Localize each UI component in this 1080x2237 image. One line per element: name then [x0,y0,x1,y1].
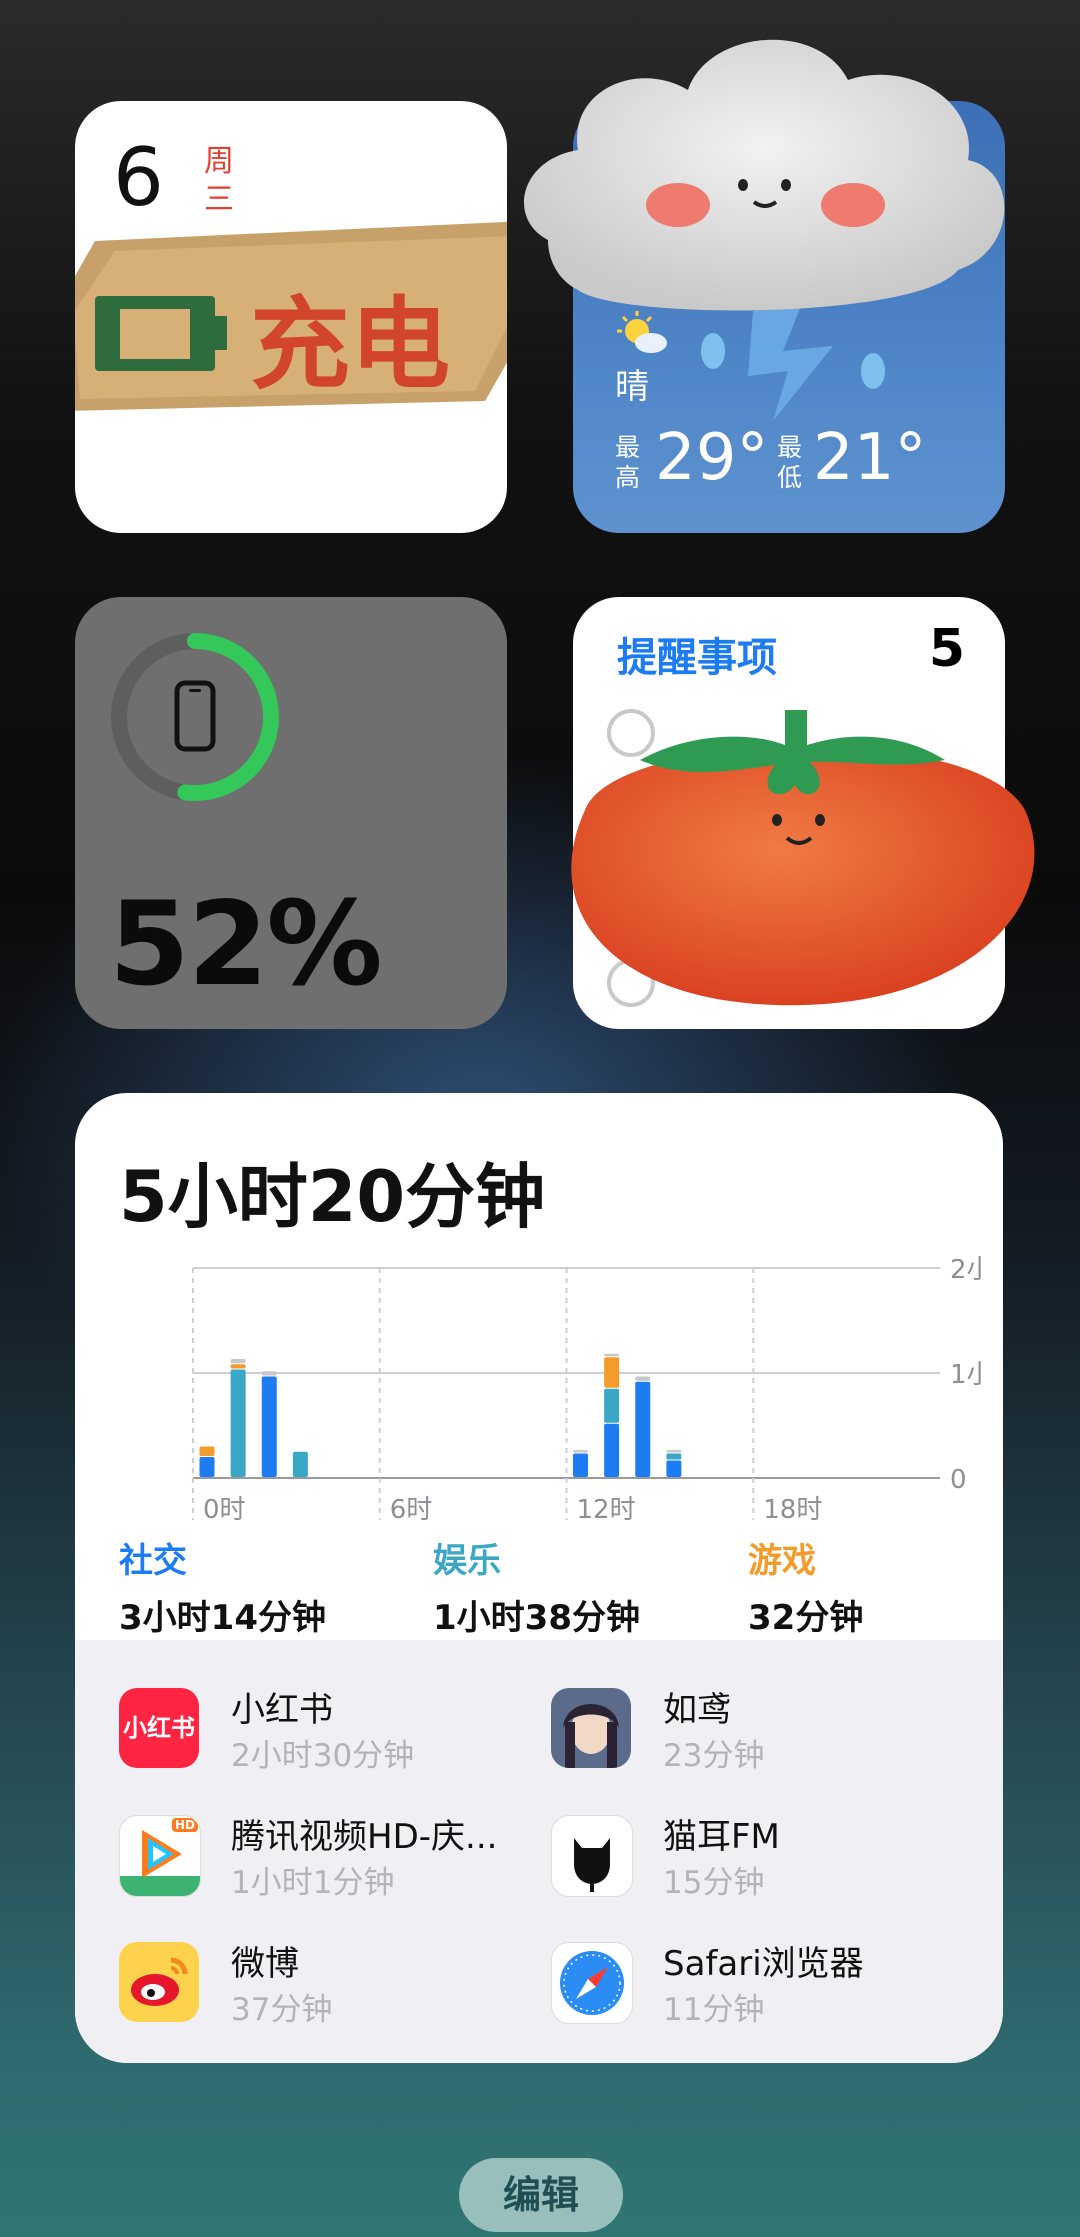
app-row-weibo[interactable]: 微博 37分钟 [119,1934,539,2034]
chart-bar-segment [604,1357,620,1388]
xiaohongshu-icon: 小红书 [119,1688,199,1768]
app-time: 2小时30分钟 [231,1738,415,1774]
app-time: 23分钟 [663,1738,765,1774]
app-row-tencent-video[interactable]: HD 腾讯视频HD-庆... 1小时1分钟 [119,1807,539,1907]
category-value: 32分钟 [748,1598,864,1638]
x-tick-label: 18时 [763,1495,822,1525]
weibo-icon [119,1942,199,2022]
chart-bar-segment [199,1446,215,1456]
y-tick-label: 1小时 [950,1360,985,1390]
category-entertainment: 娱乐 1小时38分钟 [433,1533,640,1639]
chart-bar-segment [604,1423,620,1477]
battery-widget[interactable]: 52% [75,597,507,1029]
chart-bar-segment [666,1460,682,1477]
sticker-text: 充电 [250,286,450,403]
app-time: 1小时1分钟 [231,1865,395,1901]
y-tick-label: 0 [950,1465,967,1495]
chart-bar-segment [604,1353,620,1357]
weather-high-label: 最高 [615,433,641,492]
weather-high: 29° [655,421,769,495]
phone-icon [174,680,216,752]
app-row-safari[interactable]: Safari浏览器 11分钟 [551,1934,971,2034]
chart-bar-segment [573,1453,589,1477]
charging-sticker: 充电 [75,221,507,411]
app-name: Safari浏览器 [663,1944,864,1984]
chart-bar-segment [230,1364,246,1369]
battery-percent: 52% [109,877,383,1012]
category-label: 社交 [119,1541,187,1581]
chart-bar-segment [666,1453,682,1460]
app-name: 猫耳FM [663,1817,780,1857]
app-time: 37分钟 [231,1992,333,2028]
battery-ring [111,633,279,801]
cloud-sticker [524,39,1005,311]
app-name: 腾讯视频HD-庆... [231,1817,498,1857]
app-name: 小红书 [231,1690,333,1730]
tencent-video-icon: HD [119,1815,201,1897]
category-games: 游戏 32分钟 [748,1533,863,1639]
safari-icon [551,1942,633,2024]
chart-bar-segment [573,1450,589,1453]
app-usage-list: 小红书 小红书 2小时30分钟 如鸢 23分钟 HD 腾讯视频HD-庆... 1… [75,1640,1003,2063]
app-row-xiaohongshu[interactable]: 小红书 小红书 2小时30分钟 [119,1680,539,1780]
screen-time-widget[interactable]: 5小时20分钟 0 1小时 2小时 0时 6时 12时 18时 社交 3小时14分钟 娱乐 … [75,1093,1003,2063]
weather-low-label: 最低 [777,433,803,492]
chart-bar-segment [230,1359,246,1364]
chart-bar-segment [292,1451,308,1477]
chart-bar-segment [199,1457,215,1477]
chart-bar-segment [635,1381,651,1477]
x-tick-label: 12时 [577,1495,636,1525]
chart-bar-segment [261,1376,277,1477]
weather-condition: 晴 [615,367,649,407]
chart-bar-segment [666,1450,682,1453]
weather-low: 21° [813,421,927,495]
chart-bar-segment [635,1376,651,1381]
calendar-widget[interactable]: 6 周三 充电 [75,101,507,533]
app-row-maoer-fm[interactable]: 猫耳FM 15分钟 [551,1807,971,1907]
x-tick-label: 6时 [390,1495,433,1525]
chart-bar-segment [604,1388,620,1423]
ruyuan-icon [551,1688,631,1768]
screen-time-total: 5小时20分钟 [119,1156,546,1238]
y-tick-label: 2小时 [950,1255,985,1285]
app-time: 11分钟 [663,1992,765,2028]
x-tick-label: 0时 [203,1495,246,1525]
tomato-sticker [571,710,1035,1006]
battery-icon [95,296,227,371]
app-name: 如鸢 [663,1690,731,1730]
chart-bar-segment [261,1371,277,1376]
category-label: 娱乐 [433,1541,501,1581]
hd-badge: HD [171,1818,198,1832]
category-value: 1小时38分钟 [433,1598,640,1638]
reminders-count: 5 [928,619,965,679]
category-social: 社交 3小时14分钟 [119,1533,326,1639]
maoer-fm-icon [551,1815,633,1897]
edit-button[interactable]: 编辑 [459,2158,623,2232]
category-label: 游戏 [748,1541,816,1581]
app-name: 微博 [231,1944,299,1984]
reminders-title: 提醒事项 [617,635,777,681]
app-row-ruyuan[interactable]: 如鸢 23分钟 [551,1680,971,1780]
category-value: 3小时14分钟 [119,1598,326,1638]
app-time: 15分钟 [663,1865,765,1901]
chart-bar-segment [230,1369,246,1477]
